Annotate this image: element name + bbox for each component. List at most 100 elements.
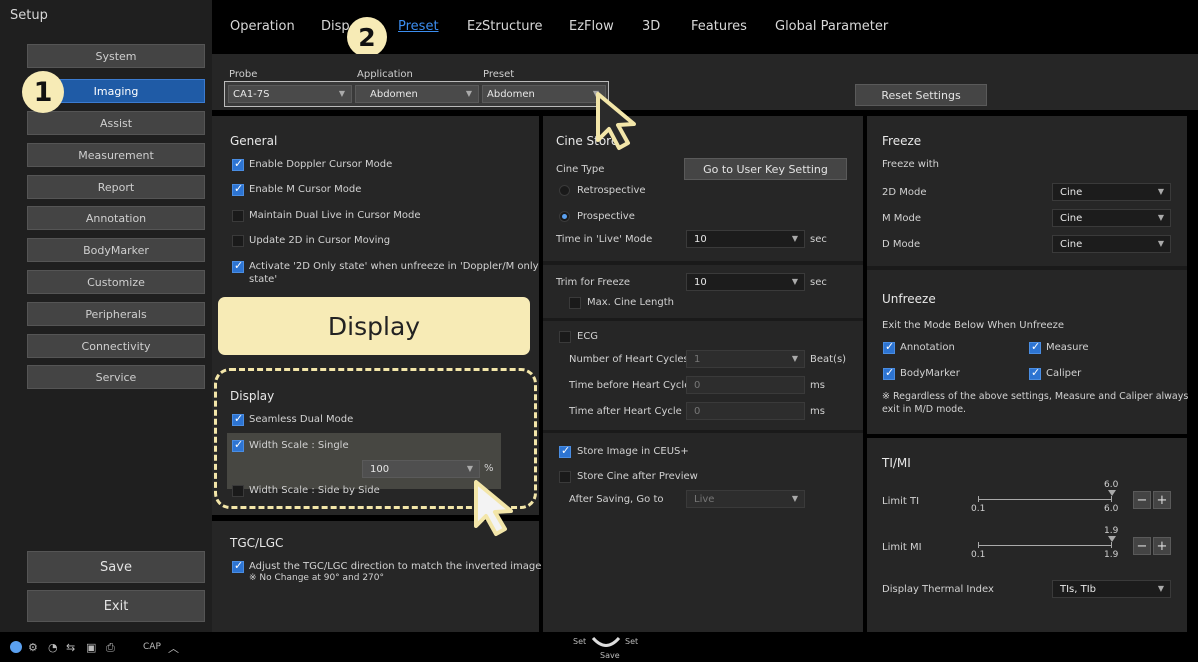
caps-lock-indicator: CAP	[143, 642, 161, 652]
tab-global-parameter[interactable]: Global Parameter	[775, 19, 888, 34]
after-saving-label: After Saving, Go to	[569, 494, 664, 505]
radio-retrospective[interactable]	[559, 185, 570, 196]
freeze-2d-select[interactable]: Cine ▼	[1052, 183, 1171, 201]
network-icon[interactable]: ⚙	[28, 641, 38, 654]
trim-freeze-label: Trim for Freeze	[556, 277, 630, 288]
ti-increase-button[interactable]: +	[1153, 491, 1171, 509]
go-to-user-key-button[interactable]: Go to User Key Setting	[684, 158, 847, 180]
tab-features[interactable]: Features	[691, 19, 747, 34]
checkbox-store-ceus[interactable]	[559, 444, 571, 458]
time-after-value: 0	[694, 405, 701, 417]
mi-current-value: 1.9	[1104, 526, 1119, 536]
ti-min-tick	[978, 496, 979, 502]
mi-slider-handle[interactable]	[1108, 536, 1116, 542]
mi-slider-track[interactable]	[978, 545, 1112, 546]
checkbox-unfreeze-bodymarker[interactable]	[883, 366, 895, 380]
limit-ti-label: Limit TI	[882, 496, 920, 507]
sidebar-item-measurement[interactable]: Measurement	[27, 143, 205, 167]
store-cine-label: Store Cine after Preview	[577, 471, 698, 482]
tab-operation[interactable]: Operation	[230, 19, 295, 34]
mi-decrease-button[interactable]: −	[1133, 537, 1151, 555]
chevron-down-icon: ▼	[791, 354, 798, 363]
storage-icon[interactable]: ▣	[86, 641, 96, 654]
unfreeze-measure-label: Measure	[1046, 342, 1089, 353]
sidebar-item-peripherals[interactable]: Peripherals	[27, 302, 205, 326]
sidebar-item-service[interactable]: Service	[27, 365, 205, 389]
tab-ezflow[interactable]: EzFlow	[569, 19, 614, 34]
sidebar-item-bodymarker[interactable]: BodyMarker	[27, 238, 205, 262]
preset-value: Abdomen	[487, 88, 535, 100]
time-after-unit: ms	[810, 406, 825, 417]
timi-title: TI/MI	[882, 456, 911, 470]
checkbox-dual-live[interactable]	[232, 210, 244, 222]
checkbox-2d-only-state[interactable]	[232, 259, 244, 273]
sidebar-item-annotation[interactable]: Annotation	[27, 206, 205, 230]
checkbox-ecg[interactable]	[559, 331, 571, 343]
time-live-select[interactable]: 10 ▼	[686, 230, 805, 248]
sidebar-item-connectivity[interactable]: Connectivity	[27, 334, 205, 358]
checkbox-max-cine[interactable]	[569, 297, 581, 309]
checkbox-store-cine[interactable]	[559, 471, 571, 483]
tab-preset[interactable]: Preset	[398, 19, 439, 34]
tab-3d[interactable]: 3D	[642, 19, 660, 34]
clock-icon[interactable]: ◔	[48, 641, 58, 654]
sidebar-item-customize[interactable]: Customize	[27, 270, 205, 294]
probe-select[interactable]: CA1-7S ▼	[228, 85, 352, 103]
radio-prospective[interactable]	[559, 211, 570, 222]
chevron-down-icon: ▼	[338, 89, 345, 98]
freeze-d-label: D Mode	[882, 239, 921, 250]
tgc-direction-label: Adjust the TGC/LGC direction to match th…	[249, 561, 542, 572]
tab-ezstructure[interactable]: EzStructure	[467, 19, 543, 34]
checkbox-doppler-cursor[interactable]	[232, 157, 244, 171]
user-icon[interactable]	[10, 641, 22, 653]
checkbox-m-cursor[interactable]	[232, 182, 244, 196]
update-2d-label: Update 2D in Cursor Moving	[249, 235, 391, 246]
m-cursor-label: Enable M Cursor Mode	[249, 184, 362, 195]
time-before-unit: ms	[810, 380, 825, 391]
checkbox-update-2d[interactable]	[232, 235, 244, 247]
chevron-up-icon[interactable]: ︿	[168, 640, 179, 656]
freeze-m-select[interactable]: Cine ▼	[1052, 209, 1171, 227]
printer-icon[interactable]: ⎙	[106, 641, 115, 655]
chevron-down-icon: ▼	[1157, 239, 1164, 248]
application-select[interactable]: Abdomen ▼	[355, 85, 479, 103]
unfreeze-note-1: ※ Regardless of the above settings, Meas…	[882, 391, 1189, 402]
time-after-input[interactable]: 0	[686, 402, 805, 420]
sidebar-item-report[interactable]: Report	[27, 175, 205, 199]
thermal-index-select[interactable]: TIs, TIb ▼	[1052, 580, 1171, 598]
chevron-down-icon: ▼	[465, 89, 472, 98]
usb-icon[interactable]: ⇆	[66, 641, 75, 654]
divider	[543, 430, 863, 433]
freeze-2d-value: Cine	[1060, 186, 1083, 198]
cursor-arrow-icon	[474, 480, 513, 536]
set-right-label: Set	[625, 637, 639, 646]
freeze-panel: Freeze Freeze with 2D Mode Cine ▼ M Mode …	[867, 116, 1189, 434]
tab-display[interactable]: Disp	[321, 19, 350, 34]
freeze-d-select[interactable]: Cine ▼	[1052, 235, 1171, 253]
application-value: Abdomen	[370, 88, 418, 100]
freeze-m-label: M Mode	[882, 213, 922, 224]
thermal-index-value: TIs, TIb	[1060, 583, 1097, 595]
ti-min-value: 0.1	[971, 504, 986, 514]
application-label: Application	[357, 69, 413, 80]
checkbox-unfreeze-caliper[interactable]	[1029, 366, 1041, 380]
time-before-input[interactable]: 0	[686, 376, 805, 394]
trim-freeze-select[interactable]: 10 ▼	[686, 273, 805, 291]
display-callout: Display	[218, 297, 530, 355]
ti-slider-handle[interactable]	[1108, 490, 1116, 496]
reset-settings-button[interactable]: Reset Settings	[855, 84, 987, 106]
save-button[interactable]: Save	[27, 551, 205, 583]
sidebar-item-system[interactable]: System	[27, 44, 205, 68]
ti-slider-track[interactable]	[978, 499, 1112, 500]
checkbox-unfreeze-annotation[interactable]	[883, 340, 895, 354]
exit-button[interactable]: Exit	[27, 590, 205, 622]
unfreeze-note-2: exit in M/D mode.	[882, 404, 967, 415]
heart-cycles-select[interactable]: 1 ▼	[686, 350, 805, 368]
ti-decrease-button[interactable]: −	[1133, 491, 1151, 509]
checkbox-tgc-direction[interactable]	[232, 559, 244, 573]
sidebar-item-assist[interactable]: Assist	[27, 111, 205, 135]
mi-increase-button[interactable]: +	[1153, 537, 1171, 555]
after-saving-select[interactable]: Live ▼	[686, 490, 805, 508]
unfreeze-subtitle: Exit the Mode Below When Unfreeze	[882, 320, 1065, 331]
checkbox-unfreeze-measure[interactable]	[1029, 340, 1041, 354]
